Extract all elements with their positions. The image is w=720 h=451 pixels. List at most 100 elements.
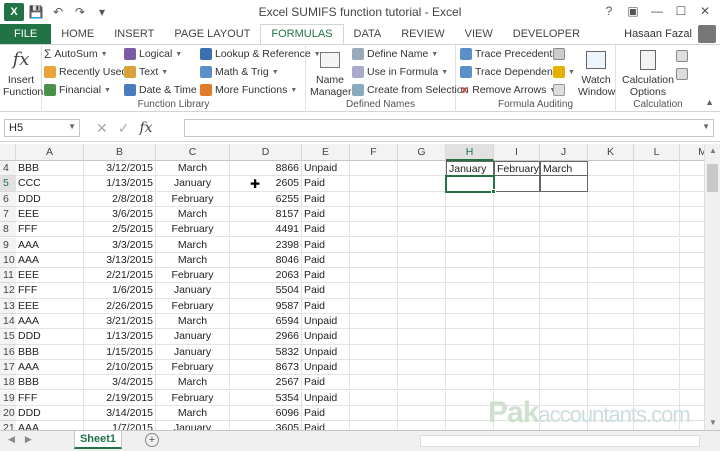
cell-i13[interactable]: [494, 298, 540, 314]
cell-g13[interactable]: [398, 298, 446, 314]
close-icon[interactable]: ✕: [694, 2, 716, 20]
save-icon[interactable]: 💾: [26, 3, 46, 21]
cell-d17[interactable]: 8673: [230, 359, 302, 376]
cell-d15[interactable]: 2966: [230, 329, 302, 345]
cell-g15[interactable]: [398, 329, 446, 345]
remove-arrows-button[interactable]: ✕Remove Arrows▼: [460, 82, 556, 98]
cell-i8[interactable]: [494, 222, 540, 238]
row-header[interactable]: 21: [0, 421, 16, 430]
column-header-l[interactable]: L: [634, 144, 680, 161]
cell-b12[interactable]: 1/6/2015: [84, 283, 156, 299]
column-header-f[interactable]: F: [350, 144, 398, 161]
column-header-a[interactable]: A: [16, 144, 84, 161]
cell-d11[interactable]: 2063: [230, 268, 302, 284]
cell-h14[interactable]: [446, 314, 494, 330]
cell-f11[interactable]: [350, 268, 398, 284]
cell-c18[interactable]: March: [156, 375, 230, 391]
cell-j7[interactable]: [540, 206, 588, 223]
prev-sheet-icon[interactable]: ◀: [8, 434, 15, 445]
tab-view[interactable]: VIEW: [455, 24, 503, 44]
cell-k17[interactable]: [588, 359, 634, 376]
calculate-now-button[interactable]: [676, 48, 688, 64]
cell-j5[interactable]: [540, 176, 588, 192]
cell-e16[interactable]: Unpaid: [302, 344, 350, 360]
cell-e7[interactable]: Paid: [302, 206, 350, 223]
cell-c13[interactable]: February: [156, 298, 230, 314]
cell-a19[interactable]: FFF: [16, 390, 84, 406]
cell-j14[interactable]: [540, 314, 588, 330]
cell-j6[interactable]: [540, 191, 588, 207]
cell-e5[interactable]: Paid: [302, 176, 350, 192]
row-header[interactable]: 12: [0, 283, 16, 299]
cell-j9[interactable]: [540, 237, 588, 253]
cell-l14[interactable]: [634, 314, 680, 330]
cell-h15[interactable]: [446, 329, 494, 345]
customize-qat-icon[interactable]: ▾: [92, 3, 112, 21]
cell-a7[interactable]: EEE: [16, 206, 84, 223]
scroll-thumb[interactable]: [707, 164, 718, 192]
cell-f13[interactable]: [350, 298, 398, 314]
cell-g17[interactable]: [398, 359, 446, 376]
text-button[interactable]: Text ▼: [124, 64, 168, 80]
cell-b13[interactable]: 2/26/2015: [84, 298, 156, 314]
cell-l8[interactable]: [634, 222, 680, 238]
financial-button[interactable]: Financial ▼: [44, 82, 111, 98]
cell-l16[interactable]: [634, 344, 680, 360]
error-checking-button[interactable]: ▼: [553, 64, 575, 80]
cell-i10[interactable]: [494, 252, 540, 269]
cell-l10[interactable]: [634, 252, 680, 269]
cell-i6[interactable]: [494, 191, 540, 207]
user-account[interactable]: Hasaan Fazal: [624, 24, 716, 44]
watch-window-button[interactable]: Watch Window: [578, 48, 615, 98]
cell-d10[interactable]: 8046: [230, 252, 302, 269]
cell-f21[interactable]: [350, 421, 398, 430]
name-manager-button[interactable]: Name Manager: [310, 48, 351, 98]
cell-d14[interactable]: 6594: [230, 314, 302, 330]
row-header[interactable]: 16: [0, 344, 16, 360]
cell-l13[interactable]: [634, 298, 680, 314]
cell-k9[interactable]: [588, 237, 634, 253]
minimize-icon[interactable]: —: [646, 2, 668, 20]
tab-review[interactable]: REVIEW: [391, 24, 454, 44]
tab-insert[interactable]: INSERT: [104, 24, 164, 44]
cell-g8[interactable]: [398, 222, 446, 238]
cell-l9[interactable]: [634, 237, 680, 253]
cell-g14[interactable]: [398, 314, 446, 330]
row-header[interactable]: 10: [0, 252, 16, 269]
cell-a21[interactable]: AAA: [16, 421, 84, 430]
cell-a6[interactable]: DDD: [16, 191, 84, 207]
cell-e9[interactable]: Paid: [302, 237, 350, 253]
cell-b8[interactable]: 2/5/2015: [84, 222, 156, 238]
column-header-c[interactable]: C: [156, 144, 230, 161]
cell-j15[interactable]: [540, 329, 588, 345]
cell-c6[interactable]: February: [156, 191, 230, 207]
cell-i11[interactable]: [494, 268, 540, 284]
cell-d21[interactable]: 3605: [230, 421, 302, 430]
column-header-e[interactable]: E: [302, 144, 350, 161]
cell-f20[interactable]: [350, 405, 398, 422]
column-header-i[interactable]: I: [494, 144, 540, 161]
tab-file[interactable]: FILE: [0, 24, 52, 44]
cell-l4[interactable]: [634, 161, 680, 177]
row-header[interactable]: 13: [0, 298, 16, 314]
cell-d12[interactable]: 5504: [230, 283, 302, 299]
cell-b14[interactable]: 3/21/2015: [84, 314, 156, 330]
cell-b20[interactable]: 3/14/2015: [84, 405, 156, 422]
cell-c19[interactable]: February: [156, 390, 230, 406]
row-header[interactable]: 9: [0, 237, 16, 253]
row-header[interactable]: 17: [0, 359, 16, 376]
cell-b6[interactable]: 2/8/2018: [84, 191, 156, 207]
cell-h6[interactable]: [446, 191, 494, 207]
cell-g10[interactable]: [398, 252, 446, 269]
cell-j18[interactable]: [540, 375, 588, 391]
cell-e8[interactable]: Paid: [302, 222, 350, 238]
cell-f7[interactable]: [350, 206, 398, 223]
trace-dependents-button[interactable]: Trace Dependents: [460, 64, 561, 80]
row-header[interactable]: 6: [0, 191, 16, 207]
column-header-j[interactable]: J: [540, 144, 588, 161]
cell-b19[interactable]: 2/19/2015: [84, 390, 156, 406]
cell-c17[interactable]: February: [156, 359, 230, 376]
cell-k12[interactable]: [588, 283, 634, 299]
row-header[interactable]: 14: [0, 314, 16, 330]
cell-e6[interactable]: Paid: [302, 191, 350, 207]
